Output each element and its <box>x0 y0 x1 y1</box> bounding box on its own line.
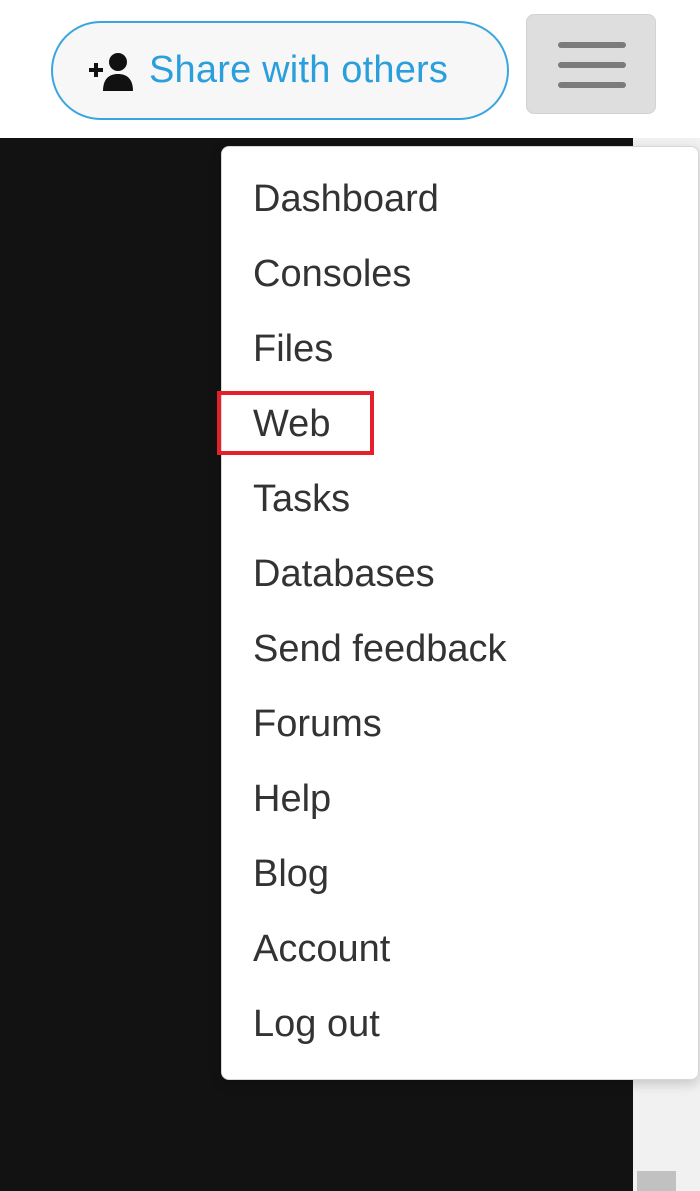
menu-item-databases[interactable]: Databases <box>253 544 435 604</box>
share-button-label: Share with others <box>149 49 449 91</box>
scrollbar-thumb[interactable] <box>637 1171 676 1191</box>
menu-item-consoles[interactable]: Consoles <box>253 244 411 304</box>
menu-item-help[interactable]: Help <box>253 769 331 829</box>
menu-item-account[interactable]: Account <box>253 919 390 979</box>
dropdown-menu: Dashboard Consoles Files Web Tasks Datab… <box>221 146 699 1080</box>
menu-item-forums[interactable]: Forums <box>253 694 382 754</box>
menu-item-dashboard[interactable]: Dashboard <box>253 169 439 229</box>
menu-item-blog[interactable]: Blog <box>253 844 329 904</box>
menu-item-files[interactable]: Files <box>253 319 333 379</box>
menu-item-tasks[interactable]: Tasks <box>253 469 350 529</box>
menu-item-web[interactable]: Web <box>253 394 330 454</box>
menu-item-send-feedback[interactable]: Send feedback <box>253 619 507 679</box>
add-user-icon <box>89 52 133 91</box>
menu-item-log-out[interactable]: Log out <box>253 994 380 1054</box>
share-with-others-button[interactable]: Share with others <box>51 21 509 120</box>
top-bar: Share with others <box>0 0 700 138</box>
hamburger-menu-icon <box>558 42 626 48</box>
hamburger-menu-button[interactable] <box>526 14 656 114</box>
